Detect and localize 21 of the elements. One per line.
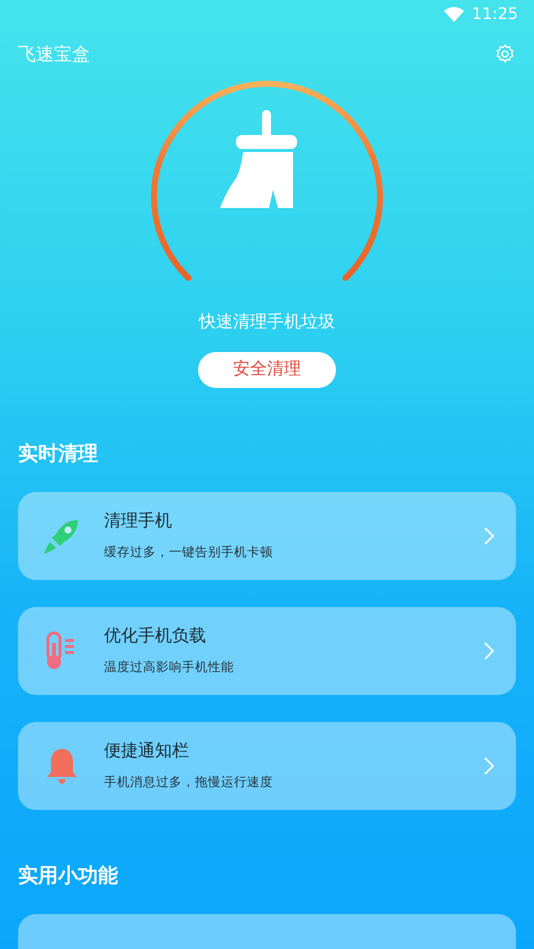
- feature-card[interactable]: 优化手机负载 温度过高影响手机性能: [18, 606, 516, 694]
- feature-title: 清理手机: [104, 510, 173, 534]
- chevron-icon: [484, 526, 494, 544]
- feature-subtitle: 温度过高影响手机性能: [104, 658, 235, 676]
- status-time: 11:25: [472, 3, 518, 25]
- feature-title: 优化手机负载: [104, 625, 207, 648]
- chevron-icon: [484, 756, 494, 774]
- feature-card[interactable]: 便捷通知栏 手机消息过多，拖慢运行速度: [18, 722, 516, 810]
- feature-card[interactable]: 清理手机 缓存过多，一键告别手机卡顿: [18, 492, 516, 580]
- section-heading: 实时清理: [18, 440, 99, 466]
- safe-clean-button[interactable]: 安全清理: [198, 352, 336, 388]
- hero-caption: 快速清理手机垃圾: [199, 311, 335, 334]
- feature-title: 便捷通知栏: [104, 740, 190, 764]
- section-heading: 实用小功能: [18, 862, 119, 888]
- broom-icon: [220, 110, 297, 208]
- feature-subtitle: 手机消息过多，拖慢运行速度: [104, 772, 274, 791]
- chevron-icon: [484, 642, 494, 660]
- app-title: 飞速宝盒: [18, 42, 90, 66]
- wifi-icon: [444, 6, 464, 22]
- settings-icon[interactable]: [494, 43, 516, 65]
- feature-subtitle: 缓存过多，一键告别手机卡顿: [104, 542, 274, 561]
